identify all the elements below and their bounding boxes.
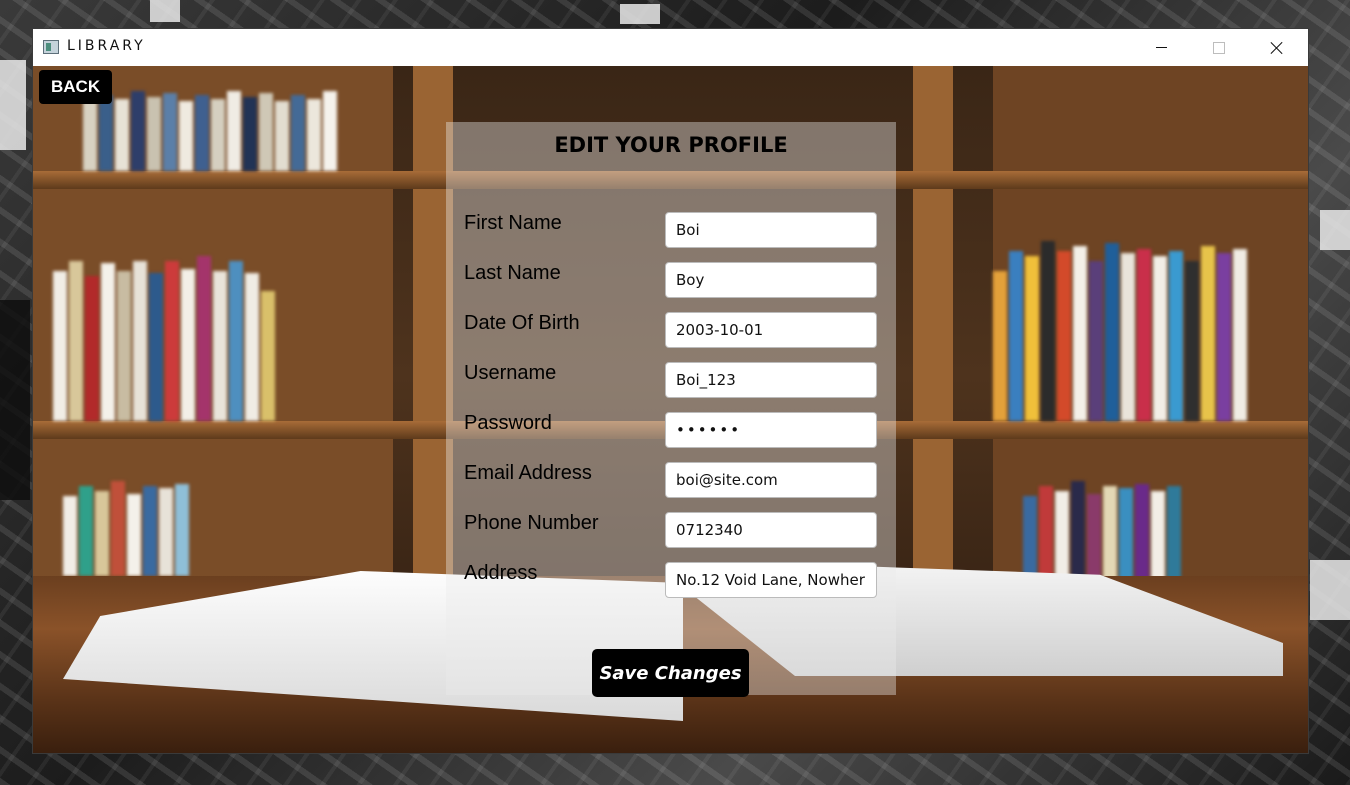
back-button[interactable]: BACK <box>39 70 113 104</box>
date-of-birth-field[interactable] <box>665 312 877 348</box>
book-row <box>1023 446 1181 586</box>
maximize-button[interactable] <box>1190 29 1248 66</box>
desktop-decor <box>1310 560 1350 620</box>
book-row <box>993 186 1247 421</box>
minimize-icon <box>1155 47 1167 48</box>
last-name-label: Last Name <box>464 262 561 284</box>
username-label: Username <box>464 362 557 384</box>
close-icon <box>1270 41 1284 55</box>
desktop-decor <box>1320 210 1350 250</box>
content-area: BACK EDIT YOUR PROFILE First Name Last N… <box>33 66 1308 753</box>
book-row <box>63 456 189 576</box>
bookshelf-post <box>913 66 953 596</box>
email-address-label: Email Address <box>464 462 592 484</box>
app-icon <box>43 40 59 54</box>
first-name-field[interactable] <box>665 212 877 248</box>
edit-profile-panel: EDIT YOUR PROFILE First Name Last Name D… <box>446 122 896 697</box>
minimize-button[interactable] <box>1132 29 1190 66</box>
phone-number-field[interactable] <box>665 512 877 548</box>
address-label: Address <box>464 562 538 584</box>
book-row <box>53 226 275 421</box>
desktop-decor <box>0 60 26 150</box>
desktop-decor <box>0 300 30 500</box>
username-field[interactable] <box>665 362 877 398</box>
last-name-field[interactable] <box>665 262 877 298</box>
password-field[interactable] <box>665 412 877 448</box>
email-field[interactable] <box>665 462 877 498</box>
app-window: LIBRARY BACK EDIT YOUR PROFILE First Nam… <box>33 29 1308 753</box>
desktop-decor <box>620 4 660 24</box>
title-bar[interactable]: LIBRARY <box>33 29 1308 66</box>
password-label: Password <box>464 412 552 434</box>
page-title: EDIT YOUR PROFILE <box>554 133 788 157</box>
maximize-icon <box>1213 41 1225 54</box>
first-name-label: First Name <box>464 212 562 234</box>
book-row <box>83 66 337 171</box>
date-of-birth-label: Date Of Birth <box>464 312 580 334</box>
window-title: LIBRARY <box>67 38 146 54</box>
address-field[interactable] <box>665 562 877 598</box>
phone-number-label: Phone Number <box>464 512 599 534</box>
desktop-decor <box>150 0 180 22</box>
close-button[interactable] <box>1248 29 1306 66</box>
save-changes-button[interactable]: Save Changes <box>592 649 749 697</box>
